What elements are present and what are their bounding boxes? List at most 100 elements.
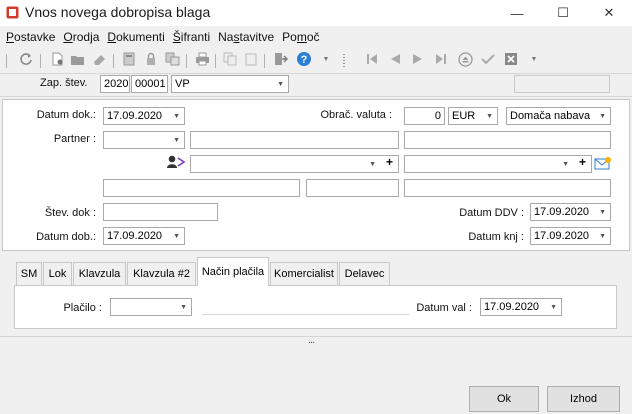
tab-komercialist[interactable]: Komercialist [270, 262, 338, 285]
calculator-icon[interactable] [121, 51, 137, 67]
toolbar-dropdown-icon[interactable]: ▼ [526, 51, 542, 67]
cancel-x-icon[interactable] [503, 51, 519, 67]
datum-knj-value: 17.09.2020 [534, 230, 590, 242]
document-type-value: VP [175, 78, 190, 90]
postal-field[interactable] [306, 179, 399, 197]
eject-icon[interactable] [457, 51, 473, 67]
toolbar-separator [186, 54, 187, 68]
nabava-value: Domača nabava [510, 110, 591, 122]
confirm-check-icon[interactable] [480, 51, 496, 67]
placilo-select[interactable]: ▼ [110, 298, 192, 316]
chevron-down-icon: ▼ [173, 233, 180, 240]
add-icon[interactable]: + [579, 156, 586, 169]
toolbar-separator [113, 54, 114, 68]
address-field[interactable] [103, 179, 300, 197]
datum-dob-field[interactable]: 17.09.2020 ▼ [103, 227, 185, 245]
obrac-valuta-label: Obrač. valuta : [320, 109, 392, 121]
last-record-icon[interactable] [433, 51, 449, 67]
partner-name-field[interactable] [190, 131, 399, 149]
zap-stev-label: Zap. štev. [40, 77, 88, 89]
email-icon[interactable] [594, 156, 612, 171]
contact-select[interactable]: ▼ + [190, 155, 399, 173]
datum-dob-label: Datum dob.: [36, 231, 96, 243]
datum-knj-field[interactable]: 17.09.2020 ▼ [530, 227, 611, 245]
menu-bar: Postavke Orodja Dokumenti Šifranti Nasta… [0, 28, 632, 46]
chevron-down-icon: ▼ [277, 81, 284, 88]
lock-icon[interactable] [143, 51, 159, 67]
partner-code-select[interactable]: ▼ [103, 131, 185, 149]
contact-extra-select[interactable]: ▼ + [404, 155, 592, 173]
menu-dokumenti[interactable]: Dokumenti [107, 30, 164, 44]
tab-lok[interactable]: Lok [43, 262, 72, 285]
open-folder-icon[interactable] [69, 51, 85, 67]
datum-ddv-label: Datum DDV : [459, 207, 524, 219]
tab-nacin-placila[interactable]: Način plačila [197, 257, 269, 286]
help-dropdown-icon[interactable]: ▼ [318, 51, 334, 67]
menu-sifranti[interactable]: Šifranti [173, 30, 210, 44]
printer-icon[interactable] [194, 51, 210, 67]
refresh-icon[interactable] [18, 51, 34, 67]
splitter-line [0, 336, 632, 337]
datum-dob-value: 17.09.2020 [107, 230, 163, 242]
payment-description-line [202, 314, 409, 315]
chevron-down-icon: ▼ [562, 161, 569, 168]
document-number-field[interactable]: 00001 [131, 75, 168, 93]
exit-door-icon[interactable] [272, 51, 288, 67]
datum-ddv-value: 17.09.2020 [534, 206, 590, 218]
stev-dok-field[interactable] [103, 203, 218, 221]
new-document-icon[interactable] [49, 51, 65, 67]
datum-val-field[interactable]: 17.09.2020 ▼ [480, 298, 562, 316]
currency-value: EUR [452, 110, 476, 122]
close-button[interactable]: ✕ [586, 0, 632, 26]
contact-person-icon[interactable] [166, 154, 186, 170]
menu-nastavitve[interactable]: Nastavitve [218, 30, 274, 44]
minimize-button[interactable]: — [494, 0, 540, 26]
paste-icon[interactable] [243, 51, 259, 67]
tab-klavzula[interactable]: Klavzula [73, 262, 126, 285]
app-icon [6, 6, 19, 19]
toolbar-separator [264, 54, 265, 68]
ok-button[interactable]: Ok [469, 386, 539, 412]
splitter-handle[interactable]: ... [308, 334, 315, 346]
datum-val-value: 17.09.2020 [484, 301, 540, 313]
tab-delavec[interactable]: Delavec [339, 262, 390, 285]
menu-postavke[interactable]: Postavke [6, 30, 55, 44]
chevron-down-icon: ▼ [173, 137, 180, 144]
tab-klavzula-2[interactable]: Klavzula #2 [127, 262, 196, 285]
exit-button[interactable]: Izhod [547, 386, 620, 412]
datum-dok-field[interactable]: 17.09.2020 ▼ [103, 107, 185, 125]
transfer-icon[interactable] [164, 51, 180, 67]
help-icon[interactable]: ? [296, 51, 312, 67]
copy-icon[interactable] [222, 51, 238, 67]
stev-dok-label: Štev. dok : [44, 207, 96, 219]
chevron-down-icon: ▼ [369, 161, 376, 168]
previous-record-icon[interactable] [387, 51, 403, 67]
year-field[interactable]: 2020 [100, 75, 130, 93]
chevron-down-icon: ▼ [550, 304, 557, 311]
nabava-select[interactable]: Domača nabava ▼ [506, 107, 611, 125]
document-type-select[interactable]: VP ▼ [171, 75, 289, 93]
chevron-down-icon: ▼ [599, 113, 606, 120]
chevron-down-icon: ▼ [180, 304, 187, 311]
menu-orodja[interactable]: Orodja [63, 30, 99, 44]
datum-knj-label: Datum knj : [468, 231, 524, 243]
chevron-down-icon: ▼ [173, 113, 180, 120]
first-record-icon[interactable] [364, 51, 380, 67]
currency-select[interactable]: EUR ▼ [448, 107, 498, 125]
menu-pomoc[interactable]: Pomoč [282, 30, 319, 44]
datum-ddv-field[interactable]: 17.09.2020 ▼ [530, 203, 611, 221]
exchange-rate-field[interactable]: 0 [404, 107, 445, 125]
add-icon[interactable]: + [386, 156, 393, 169]
datum-dok-label: Datum dok.: [36, 109, 96, 121]
maximize-button[interactable]: ☐ [540, 0, 586, 26]
partner-extra-field[interactable] [404, 131, 611, 149]
chevron-down-icon: ▼ [486, 113, 493, 120]
tab-sm[interactable]: SM [16, 262, 42, 285]
eraser-icon[interactable] [91, 51, 107, 67]
city-field[interactable] [404, 179, 611, 197]
placilo-label: Plačilo : [63, 302, 102, 314]
chevron-down-icon: ▼ [599, 209, 606, 216]
next-record-icon[interactable] [410, 51, 426, 67]
window-title: Vnos novega dobropisa blaga [25, 4, 211, 20]
toolbar-separator [40, 54, 41, 68]
